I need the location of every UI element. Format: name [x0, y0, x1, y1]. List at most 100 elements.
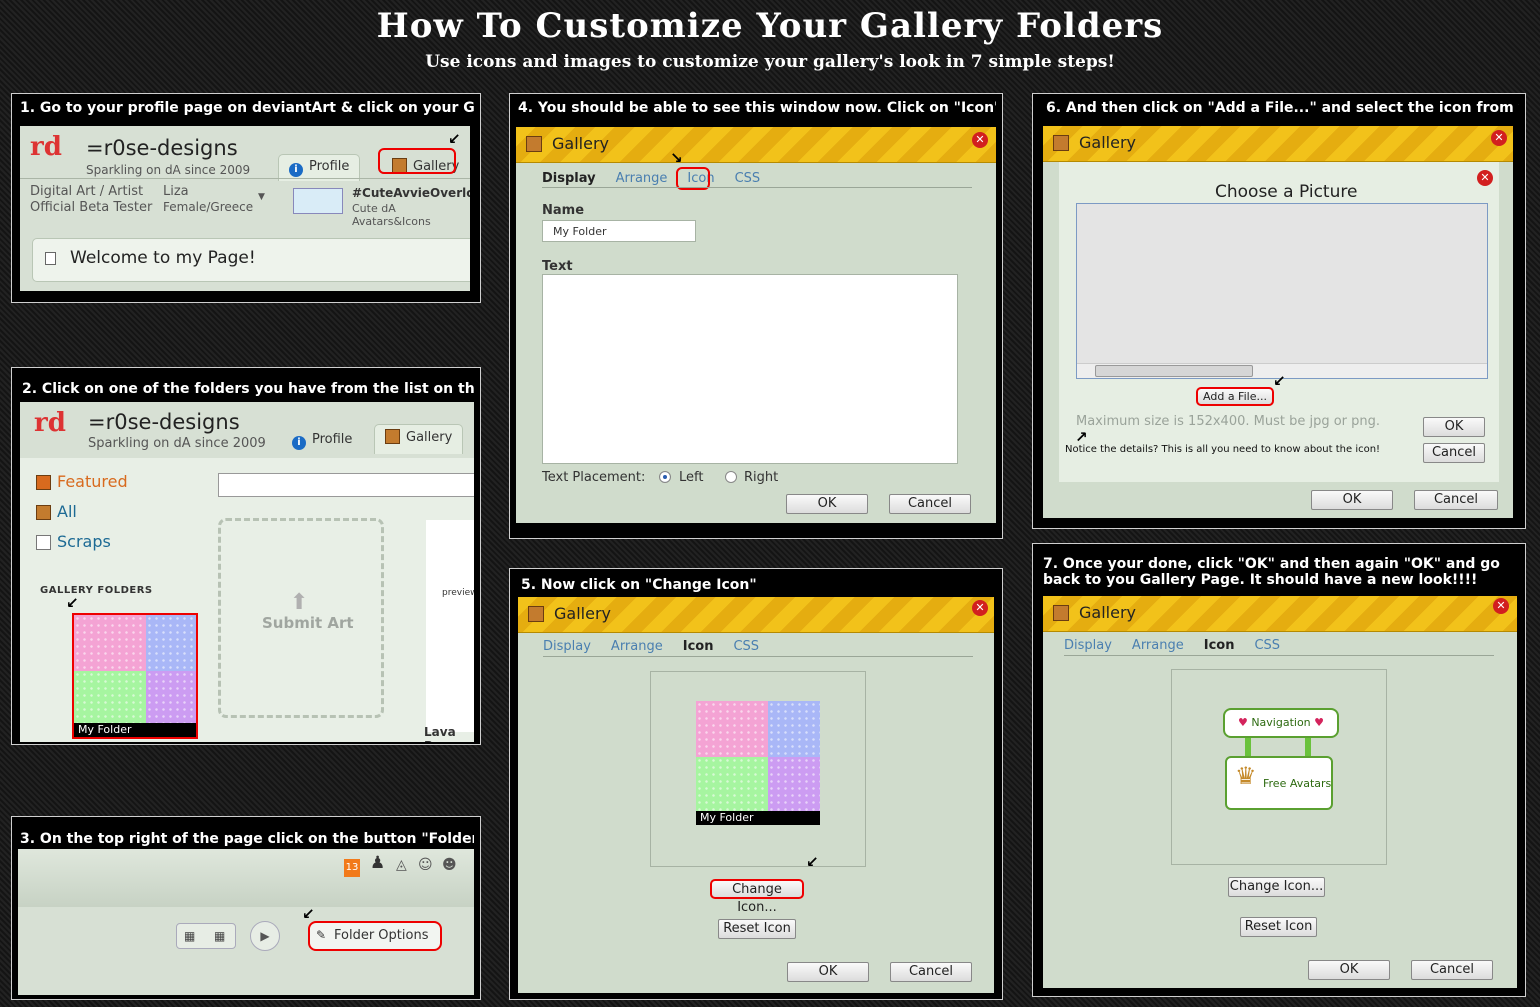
step-2-panel: 2. Click on one of the folders you have …	[11, 367, 481, 745]
ok-button[interactable]: OK	[1308, 960, 1390, 980]
dialog-tabs: Display Arrange Icon CSS	[543, 639, 779, 654]
close-icon[interactable]: ✕	[1477, 170, 1493, 186]
tab-display[interactable]: Display	[1064, 638, 1112, 653]
site-logo: rd	[34, 408, 66, 438]
pointer-arrow-icon: ↙	[448, 130, 461, 148]
close-icon[interactable]: ✕	[1493, 598, 1509, 614]
page-title: How To Customize Your Gallery Folders	[376, 6, 1164, 46]
tab-display[interactable]: Display	[542, 171, 596, 186]
group-title[interactable]: #CuteAvvieOverlo	[352, 186, 470, 200]
lava-label: Lava Re	[424, 725, 456, 742]
tab-profile[interactable]: i Profile	[278, 154, 361, 181]
pointer-arrow-icon: ↙	[1273, 372, 1286, 390]
tab-gallery[interactable]: Gallery	[374, 424, 464, 454]
reset-icon-button[interactable]: Reset Icon	[718, 919, 796, 939]
step-6-panel: 6. And then click on "Add a File..." and…	[1032, 93, 1526, 529]
tab-arrange[interactable]: Arrange	[1132, 638, 1184, 653]
info-icon: i	[289, 163, 303, 177]
user-location: Female/Greece	[163, 200, 254, 214]
close-icon[interactable]: ✕	[972, 132, 988, 148]
scrollbar-thumb[interactable]	[1095, 365, 1253, 377]
file-list[interactable]	[1076, 203, 1488, 379]
tab-icon[interactable]: Icon	[683, 639, 714, 654]
pencil-icon: ✎	[316, 928, 327, 942]
featured-icon	[36, 475, 51, 490]
upload-arrow-icon: ⬆	[290, 590, 309, 615]
tab-arrange[interactable]: Arrange	[611, 639, 663, 654]
chevron-down-icon[interactable]: ▼	[258, 192, 265, 202]
tab-arrange[interactable]: Arrange	[616, 171, 668, 186]
text-label: Text	[542, 259, 573, 274]
tab-profile[interactable]: i Profile	[282, 428, 362, 454]
tab-css[interactable]: CSS	[1254, 638, 1280, 653]
group-avatar	[293, 188, 343, 214]
tab-icon[interactable]: Icon	[1204, 638, 1235, 653]
submit-art-label: Submit Art	[262, 614, 354, 632]
cancel-button[interactable]: Cancel	[890, 962, 972, 982]
dog-icon[interactable]: ☻	[442, 857, 457, 873]
cancel-button[interactable]: Cancel	[1414, 490, 1498, 510]
close-icon[interactable]: ✕	[972, 600, 988, 616]
step-4-panel: 4. You should be able to see this window…	[509, 93, 1003, 539]
sign-post	[1305, 738, 1311, 758]
nav-scraps[interactable]: Scraps	[36, 532, 111, 551]
cat-icon[interactable]: ☺	[418, 857, 433, 873]
name-label: Name	[542, 203, 585, 218]
cancel-button[interactable]: Cancel	[889, 494, 971, 514]
radio-right-label: Right	[744, 470, 779, 485]
add-file-button[interactable]: Add a File...	[1196, 387, 1274, 406]
heart-icon: ♥	[1237, 716, 1252, 729]
step-1-panel: 1. Go to your profile page on deviantArt…	[11, 93, 481, 303]
gallery-dialog: Gallery ✕ Display Arrange Icon CSS My Folde…	[518, 597, 994, 993]
change-icon-button[interactable]: Change Icon...	[710, 879, 804, 915]
drop-icon[interactable]: ◬	[396, 857, 407, 873]
free-avatars-label: Free Avatars	[1263, 777, 1332, 790]
info-icon: i	[292, 436, 306, 450]
avatar-icon[interactable]: ♟	[370, 853, 385, 873]
nav-all[interactable]: All	[36, 502, 77, 521]
picker-cancel-button[interactable]: Cancel	[1423, 443, 1485, 463]
name-field[interactable]: My Folder	[542, 220, 696, 242]
folder-options-label: Folder Options	[334, 928, 429, 943]
details-note: Notice the details? This is all you need…	[1065, 444, 1381, 455]
tab-css[interactable]: CSS	[733, 639, 759, 654]
change-icon-button[interactable]: Change Icon...	[1228, 877, 1325, 897]
close-icon[interactable]: ✕	[1491, 130, 1507, 146]
username: =r0se-designs	[88, 410, 240, 434]
step-5-caption: 5. Now click on "Change Icon"	[521, 577, 757, 593]
reset-icon-button[interactable]: Reset Icon	[1240, 917, 1317, 937]
gallery-icon	[528, 606, 544, 622]
radio-right[interactable]	[725, 471, 737, 483]
pointer-arrow-icon: ↙	[806, 853, 819, 871]
folder-thumbnail: My Folder	[696, 701, 820, 825]
max-size-note: Maximum size is 152x400. Must be jpg or …	[1076, 414, 1381, 429]
play-button[interactable]: ▶	[250, 921, 280, 951]
gallery-folders-heading: GALLERY FOLDERS	[40, 585, 153, 596]
notification-badge[interactable]: 13	[344, 859, 360, 877]
step-5-panel: 5. Now click on "Change Icon" Gallery ✕ …	[509, 568, 1003, 1000]
sign-post	[1245, 738, 1251, 758]
radio-left[interactable]	[659, 471, 671, 483]
user-name: Liza	[163, 184, 189, 199]
cancel-button[interactable]: Cancel	[1411, 960, 1493, 980]
tab-css[interactable]: CSS	[735, 171, 761, 186]
nav-featured[interactable]: Featured	[36, 472, 128, 491]
tab-display[interactable]: Display	[543, 639, 591, 654]
ok-button[interactable]: OK	[1311, 490, 1393, 510]
gallery-icon	[1053, 605, 1069, 621]
gallery-highlight	[378, 148, 456, 174]
folder-thumbnail[interactable]: My Folder	[72, 613, 198, 739]
ok-button[interactable]: OK	[786, 494, 868, 514]
gallery-screenshot: rd =r0se-designs Sparkling on dA since 2…	[20, 402, 474, 742]
text-area[interactable]	[542, 274, 958, 464]
search-input[interactable]	[218, 473, 474, 497]
gallery-icon	[1053, 135, 1069, 151]
ok-button[interactable]: OK	[787, 962, 869, 982]
radio-left-label: Left	[679, 470, 704, 485]
dialog-title: Gallery	[554, 604, 611, 623]
step-7-panel: 7. Once your done, click "OK" and then a…	[1032, 543, 1526, 997]
pointer-arrow-icon: ↙	[302, 905, 315, 923]
scraps-icon	[36, 535, 51, 550]
step-6-caption: 6. And then click on "Add a File..." and…	[1046, 100, 1519, 116]
picker-ok-button[interactable]: OK	[1423, 417, 1485, 437]
